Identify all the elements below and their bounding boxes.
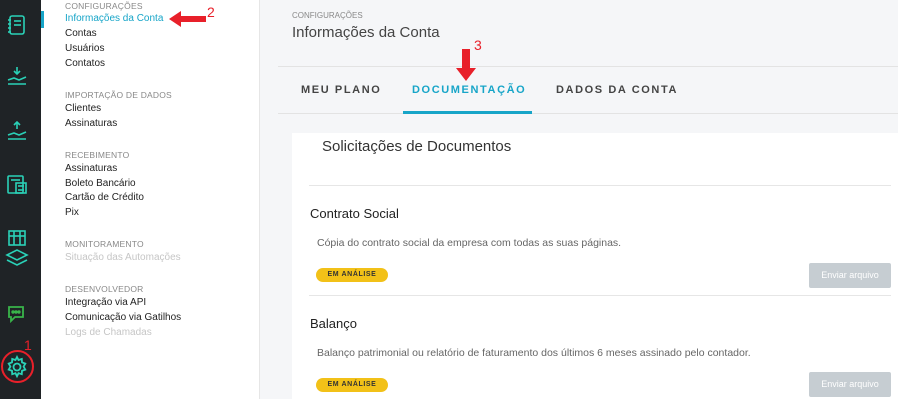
document-title-contrato-social: Contrato Social bbox=[310, 206, 399, 221]
menu-item-informacoes-da-conta[interactable]: Informações da Conta bbox=[65, 13, 163, 24]
menu-item-logs-chamadas[interactable]: Logs de Chamadas bbox=[65, 327, 152, 338]
status-badge: EM ANÁLISE bbox=[316, 268, 388, 282]
annotation-number-1: 1 bbox=[24, 337, 32, 353]
annotation-arrow-down-icon bbox=[456, 49, 476, 81]
menu-item-cartao-de-credito[interactable]: Cartão de Crédito bbox=[65, 192, 144, 203]
menu-item-assinaturas[interactable]: Assinaturas bbox=[65, 163, 117, 174]
breadcrumb: CONFIGURAÇÕES bbox=[292, 11, 363, 20]
section-title-recebimento: RECEBIMENTO bbox=[65, 150, 130, 160]
section-title-configuracoes: CONFIGURAÇÕES bbox=[65, 1, 143, 11]
receive-money-icon[interactable] bbox=[4, 63, 30, 89]
section-title-importacao: IMPORTAÇÃO DE DADOS bbox=[65, 90, 172, 100]
documents-card bbox=[292, 133, 898, 399]
send-file-button[interactable]: Enviar arquivo bbox=[809, 372, 891, 397]
menu-item-assinaturas-import[interactable]: Assinaturas bbox=[65, 118, 117, 129]
menu-item-comunicacao-gatilhos[interactable]: Comunicação via Gatilhos bbox=[65, 312, 181, 323]
menu-item-integracao-api[interactable]: Integração via API bbox=[65, 297, 146, 308]
divider bbox=[309, 185, 891, 186]
menu-item-contas[interactable]: Contas bbox=[65, 28, 97, 39]
status-badge: EM ANÁLISE bbox=[316, 378, 388, 392]
tab-meu-plano[interactable]: MEU PLANO bbox=[301, 84, 381, 96]
menu-item-situacao-automacoes[interactable]: Situação das Automações bbox=[65, 252, 181, 263]
annotation-arrow-left-icon bbox=[169, 11, 206, 27]
page-title: Informações da Conta bbox=[292, 24, 440, 41]
chat-icon[interactable] bbox=[4, 301, 30, 327]
divider bbox=[309, 295, 891, 296]
menu-item-contatos[interactable]: Contatos bbox=[65, 58, 105, 69]
document-description-contrato-social: Cópia do contrato social da empresa com … bbox=[317, 237, 622, 249]
annotation-number-2: 2 bbox=[207, 4, 215, 20]
menu-item-usuarios[interactable]: Usuários bbox=[65, 43, 104, 54]
active-tab-underline bbox=[403, 111, 532, 114]
documents-card-title: Solicitações de Documentos bbox=[322, 138, 512, 155]
icon-rail bbox=[0, 0, 41, 399]
send-file-button[interactable]: Enviar arquivo bbox=[809, 263, 891, 288]
annotation-number-3: 3 bbox=[474, 37, 482, 53]
ledger-icon[interactable] bbox=[4, 12, 30, 38]
settings-highlight-ring bbox=[1, 350, 34, 383]
store-stack-icon[interactable] bbox=[4, 227, 30, 271]
document-title-balanco: Balanço bbox=[310, 316, 357, 331]
menu-item-pix[interactable]: Pix bbox=[65, 207, 79, 218]
active-item-indicator bbox=[41, 11, 44, 28]
tab-documentacao[interactable]: DOCUMENTAÇÃO bbox=[412, 84, 526, 96]
calculator-invoice-icon[interactable] bbox=[4, 171, 30, 197]
hand-money-icon[interactable] bbox=[4, 117, 30, 143]
menu-item-clientes[interactable]: Clientes bbox=[65, 103, 101, 114]
document-description-balanco: Balanço patrimonial ou relatório de fatu… bbox=[317, 347, 751, 359]
section-title-desenvolvedor: DESENVOLVEDOR bbox=[65, 284, 144, 294]
menu-item-boleto-bancario[interactable]: Boleto Bancário bbox=[65, 178, 136, 189]
tab-dados-da-conta[interactable]: DADOS DA CONTA bbox=[556, 84, 678, 96]
section-title-monitoramento: MONITORAMENTO bbox=[65, 239, 144, 249]
